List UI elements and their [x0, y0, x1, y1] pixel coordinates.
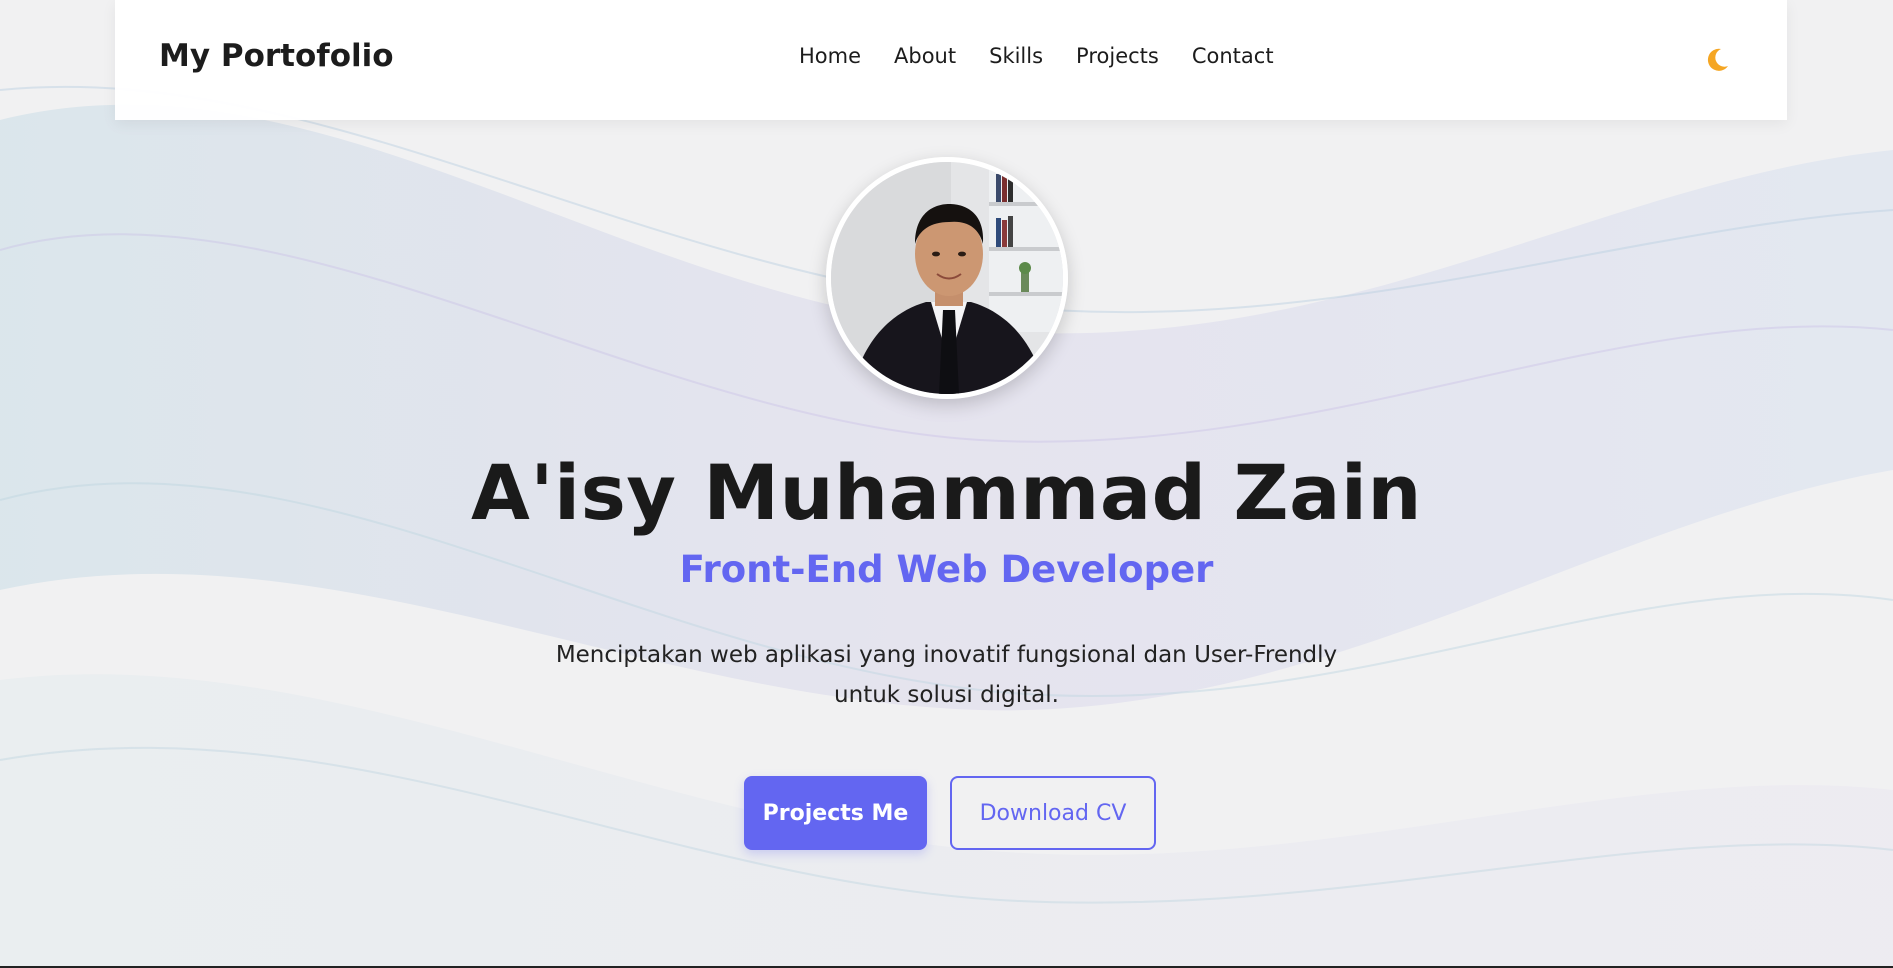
brand-logo[interactable]: My Portofolio: [159, 38, 394, 74]
navbar: My Portofolio Home About Skills Projects…: [115, 0, 1787, 120]
download-cv-button[interactable]: Download CV: [950, 776, 1156, 850]
nav-link-skills[interactable]: Skills: [989, 44, 1043, 68]
hero-section: A'isy Muhammad Zain Front-End Web Develo…: [0, 0, 1893, 968]
nav-link-projects[interactable]: Projects: [1076, 44, 1159, 68]
nav-link-about[interactable]: About: [894, 44, 956, 68]
nav-link-contact[interactable]: Contact: [1192, 44, 1274, 68]
hero-description: Menciptakan web aplikasi yang inovatif f…: [555, 642, 1338, 708]
moon-icon: [1707, 48, 1728, 71]
hero-name: A'isy Muhammad Zain: [470, 448, 1423, 537]
nav-link-home[interactable]: Home: [799, 44, 861, 68]
projects-button[interactable]: Projects Me: [744, 776, 927, 850]
portfolio-page: My Portofolio Home About Skills Projects…: [0, 0, 1893, 968]
profile-avatar: [826, 157, 1068, 399]
theme-toggle-button[interactable]: [1703, 46, 1731, 74]
profile-photo: [831, 162, 1063, 394]
hero-role: Front-End Web Developer: [679, 548, 1214, 591]
nav-menu: Home About Skills Projects Contact: [799, 44, 1274, 68]
